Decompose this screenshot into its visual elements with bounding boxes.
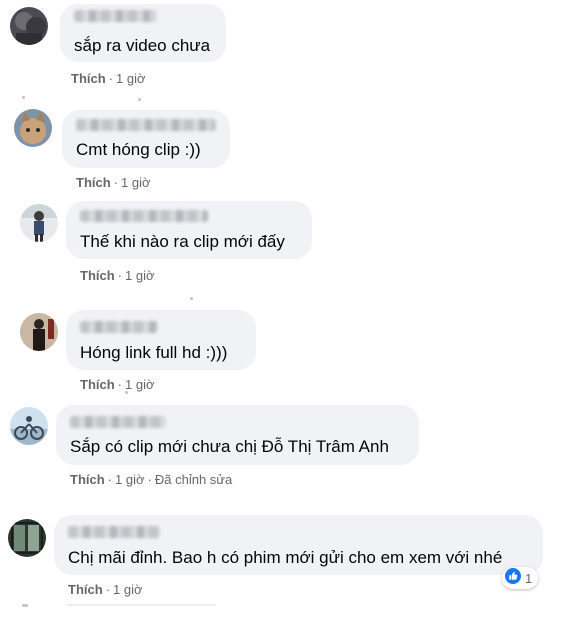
timestamp[interactable]: 1 giờ xyxy=(113,582,143,597)
comment-meta: Thích · 1 giờ xyxy=(80,268,155,283)
divider-mark xyxy=(138,98,141,101)
avatar[interactable] xyxy=(10,7,48,45)
divider-mark xyxy=(22,96,25,99)
avatar[interactable] xyxy=(8,519,46,557)
author-name[interactable] xyxy=(70,416,166,428)
avatar[interactable] xyxy=(14,109,52,147)
comment-bubble: Cmt hóng clip :)) xyxy=(62,110,230,168)
like-button[interactable]: Thích xyxy=(76,175,111,190)
author-name[interactable] xyxy=(80,321,158,333)
author-name[interactable] xyxy=(76,119,216,131)
author-name[interactable] xyxy=(74,10,156,22)
timestamp[interactable]: 1 giờ xyxy=(125,268,155,283)
comment-meta: Thích · 1 giờ · Đã chỉnh sửa xyxy=(70,472,233,487)
comment-text: Thế khi nào ra clip mới đấy xyxy=(80,232,285,251)
divider-mark xyxy=(125,391,128,394)
timestamp[interactable]: 1 giờ xyxy=(125,377,155,392)
edited-label[interactable]: Đã chỉnh sửa xyxy=(155,472,232,487)
timestamp[interactable]: 1 giờ xyxy=(116,71,146,86)
comment-text: Hóng link full hd :))) xyxy=(80,343,228,362)
avatar[interactable] xyxy=(10,407,48,445)
divider-mark xyxy=(66,604,216,606)
comment-meta: Thích · 1 giờ xyxy=(80,377,155,392)
comment-bubble: Hóng link full hd :))) xyxy=(66,310,256,370)
divider-mark xyxy=(190,297,193,300)
comment-text: sắp ra video chưa xyxy=(74,36,211,55)
like-button[interactable]: Thích xyxy=(68,582,103,597)
comment-bubble: Thế khi nào ra clip mới đấy xyxy=(66,201,312,259)
author-name[interactable] xyxy=(80,210,208,222)
comment-meta: Thích · 1 giờ xyxy=(68,582,143,597)
comment-bubble: Chị mãi đỉnh. Bao h có phim mới gửi cho … xyxy=(54,515,543,575)
comment-bubble: Sắp có clip mới chưa chị Đỗ Thị Trâm Anh xyxy=(56,405,419,465)
timestamp[interactable]: 1 giờ xyxy=(121,175,151,190)
like-button[interactable]: Thích xyxy=(80,268,115,283)
like-button[interactable]: Thích xyxy=(80,377,115,392)
comment-bubble: sắp ra video chưa xyxy=(60,4,226,62)
comment-text: Sắp có clip mới chưa chị Đỗ Thị Trâm Anh xyxy=(70,437,389,456)
like-button[interactable]: Thích xyxy=(70,472,105,487)
comment-meta: Thích · 1 giờ xyxy=(76,175,151,190)
timestamp[interactable]: 1 giờ xyxy=(115,472,145,487)
comment-text: Cmt hóng clip :)) xyxy=(76,140,201,159)
reaction-count[interactable]: 1 xyxy=(502,567,539,589)
comment-meta: Thích · 1 giờ xyxy=(71,71,146,86)
avatar[interactable] xyxy=(20,313,58,351)
comment-text: Chị mãi đỉnh. Bao h có phim mới gửi cho … xyxy=(68,548,503,567)
author-name[interactable] xyxy=(68,526,160,538)
avatar[interactable] xyxy=(20,204,58,242)
reaction-count-value: 1 xyxy=(525,570,533,586)
like-button[interactable]: Thích xyxy=(71,71,106,86)
like-icon xyxy=(505,567,521,589)
divider-mark xyxy=(22,604,28,607)
